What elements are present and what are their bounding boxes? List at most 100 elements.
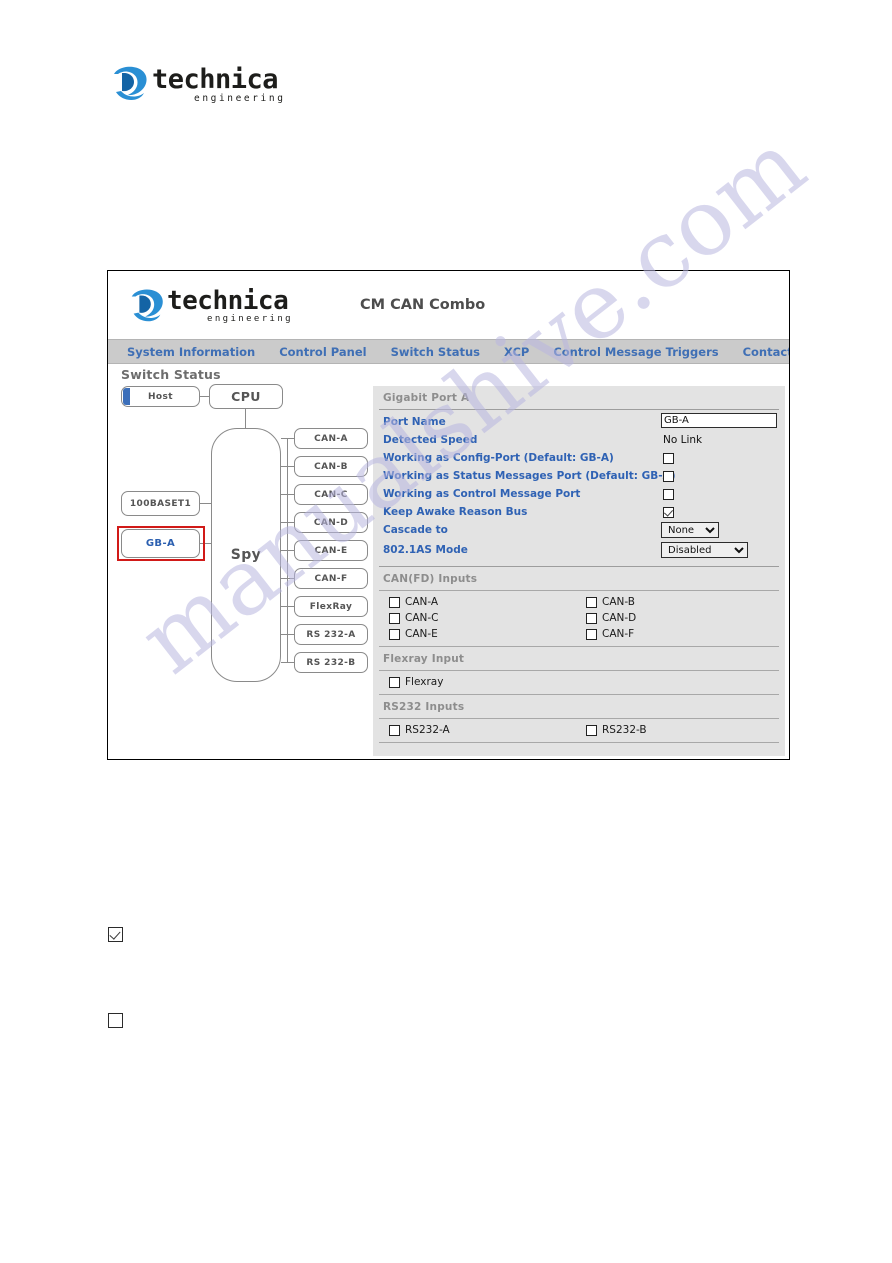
node-host-label: Host: [148, 391, 173, 402]
host-link-indicator: [123, 388, 130, 405]
wire-t1-spy: [200, 503, 211, 505]
config-port-label: Working as Config-Port (Default: GB-A): [383, 452, 614, 464]
8021as-mode-select[interactable]: Disabled: [661, 542, 748, 558]
can-inputs-rows: CAN-A CAN-B CAN-C CAN-D CAN-E CAN-F: [373, 591, 785, 646]
checkbox-can-a[interactable]: CAN-A: [389, 596, 438, 608]
node-can-f-label: CAN-F: [314, 573, 348, 584]
nav-item-switch-status[interactable]: Switch Status: [379, 345, 492, 359]
node-rs232-b[interactable]: RS 232-B: [294, 652, 368, 673]
node-spy[interactable]: Spy: [211, 428, 281, 682]
port-settings-panel: Gigabit Port A Port Name Detected Speed …: [373, 386, 785, 756]
cascade-to-label: Cascade to: [383, 524, 448, 536]
can-inputs-row-2: CAN-C CAN-D: [373, 611, 785, 627]
wire-cpu-spy: [245, 409, 247, 428]
page-logo: technica engineering: [108, 60, 283, 110]
node-spy-label: Spy: [230, 547, 262, 563]
standalone-checkbox-unchecked[interactable]: [108, 1013, 123, 1028]
checkbox-can-b[interactable]: CAN-B: [586, 596, 635, 608]
node-can-f[interactable]: CAN-F: [294, 568, 368, 589]
keep-awake-reason-bus-label: Keep Awake Reason Bus: [383, 506, 528, 518]
node-rs232-b-label: RS 232-B: [306, 657, 356, 668]
node-100baset1[interactable]: 100BASET1: [121, 491, 200, 516]
row-cascade-to: Cascade to None: [373, 522, 785, 542]
flexray-input-row-1: Flexray: [373, 675, 785, 691]
rs232-a-label: RS232-A: [405, 724, 450, 736]
checkbox-can-d[interactable]: CAN-D: [586, 612, 636, 624]
checkbox-can-c[interactable]: CAN-C: [389, 612, 439, 624]
nav-item-system-information[interactable]: System Information: [115, 345, 267, 359]
port-name-input[interactable]: [661, 413, 777, 428]
app-logo-subtitle: engineering: [207, 314, 294, 324]
node-can-a-label: CAN-A: [314, 433, 348, 444]
nav-item-control-message-triggers[interactable]: Control Message Triggers: [541, 345, 730, 359]
row-config-port: Working as Config-Port (Default: GB-A): [373, 450, 785, 468]
gigabit-port-group-title: Gigabit Port A: [383, 392, 470, 404]
app-header: technica engineering CM CAN Combo: [108, 271, 789, 339]
page-title: Switch Status: [121, 367, 221, 382]
nav-item-control-panel[interactable]: Control Panel: [267, 345, 378, 359]
node-can-b-label: CAN-B: [314, 461, 348, 472]
checkbox-can-f[interactable]: CAN-F: [586, 628, 634, 640]
cascade-to-select[interactable]: None: [661, 522, 719, 538]
can-b-checkbox-box[interactable]: [586, 596, 597, 608]
can-e-checkbox-box[interactable]: [389, 628, 400, 640]
can-inputs-row-1: CAN-A CAN-B: [373, 595, 785, 611]
can-f-label: CAN-F: [602, 628, 635, 640]
node-can-e[interactable]: CAN-E: [294, 540, 368, 561]
rs232-inputs-rows: RS232-A RS232-B: [373, 719, 785, 742]
rs232-b-checkbox-box[interactable]: [586, 724, 597, 736]
divider-rs232-bottom: [379, 742, 779, 743]
8021as-mode-label: 802.1AS Mode: [383, 544, 468, 556]
flexray-checkbox-box[interactable]: [389, 676, 400, 688]
rs232-inputs-group-title: RS232 Inputs: [383, 701, 465, 713]
node-can-b[interactable]: CAN-B: [294, 456, 368, 477]
detected-speed-label: Detected Speed: [383, 434, 478, 446]
node-rs232-a[interactable]: RS 232-A: [294, 624, 368, 645]
checkbox-rs232-b[interactable]: RS232-B: [586, 724, 647, 736]
config-port-checkbox[interactable]: [663, 453, 674, 464]
can-d-checkbox-box[interactable]: [586, 612, 597, 624]
gigabit-port-rows: Port Name Detected Speed No Link Working…: [373, 410, 785, 563]
checkbox-can-e[interactable]: CAN-E: [389, 628, 438, 640]
checkbox-flexray[interactable]: Flexray: [389, 676, 443, 688]
can-inputs-row-3: CAN-E CAN-F: [373, 627, 785, 643]
keep-awake-reason-bus-checkbox[interactable]: [663, 507, 674, 518]
row-keep-awake-reason-bus: Keep Awake Reason Bus: [373, 504, 785, 522]
nav-item-xcp[interactable]: XCP: [492, 345, 541, 359]
can-a-label: CAN-A: [405, 596, 439, 608]
node-rs232-a-label: RS 232-A: [306, 629, 356, 640]
rs232-inputs-row-1: RS232-A RS232-B: [373, 723, 785, 739]
can-f-checkbox-box[interactable]: [586, 628, 597, 640]
rs232-b-label: RS232-B: [602, 724, 647, 736]
main-navigation: System Information Control Panel Switch …: [108, 339, 789, 364]
standalone-checkbox-checked[interactable]: [108, 927, 123, 942]
page-body: Switch Status Host CPU Spy 100BASET1 GB-…: [108, 364, 789, 759]
can-inputs-group-title: CAN(FD) Inputs: [383, 573, 478, 585]
detected-speed-value: No Link: [663, 434, 703, 446]
flexray-input-rows: Flexray: [373, 671, 785, 694]
can-a-checkbox-box[interactable]: [389, 596, 400, 608]
node-can-d-label: CAN-D: [313, 517, 349, 528]
row-control-message-port: Working as Control Message Port: [373, 486, 785, 504]
nav-item-contact[interactable]: Contact: [731, 345, 789, 359]
wire-leaf-bus: [287, 438, 289, 663]
flexray-input-group-title: Flexray Input: [383, 653, 465, 665]
status-messages-port-label: Working as Status Messages Port (Default…: [383, 470, 676, 482]
node-can-a[interactable]: CAN-A: [294, 428, 368, 449]
checkbox-rs232-a[interactable]: RS232-A: [389, 724, 450, 736]
rs232-a-checkbox-box[interactable]: [389, 724, 400, 736]
device-title: CM CAN Combo: [360, 297, 486, 313]
node-can-e-label: CAN-E: [314, 545, 348, 556]
node-can-c[interactable]: CAN-C: [294, 484, 368, 505]
control-message-port-checkbox[interactable]: [663, 489, 674, 500]
node-host[interactable]: Host: [121, 386, 200, 407]
node-gb-a[interactable]: GB-A: [121, 529, 200, 558]
status-messages-port-checkbox[interactable]: [663, 471, 674, 482]
can-c-checkbox-box[interactable]: [389, 612, 400, 624]
node-100baset1-label: 100BASET1: [129, 498, 192, 509]
node-flexray[interactable]: FlexRay: [294, 596, 368, 617]
node-can-d[interactable]: CAN-D: [294, 512, 368, 533]
node-cpu[interactable]: CPU: [209, 384, 283, 409]
device-web-ui-window: technica engineering CM CAN Combo System…: [107, 270, 790, 760]
can-e-label: CAN-E: [405, 628, 438, 640]
